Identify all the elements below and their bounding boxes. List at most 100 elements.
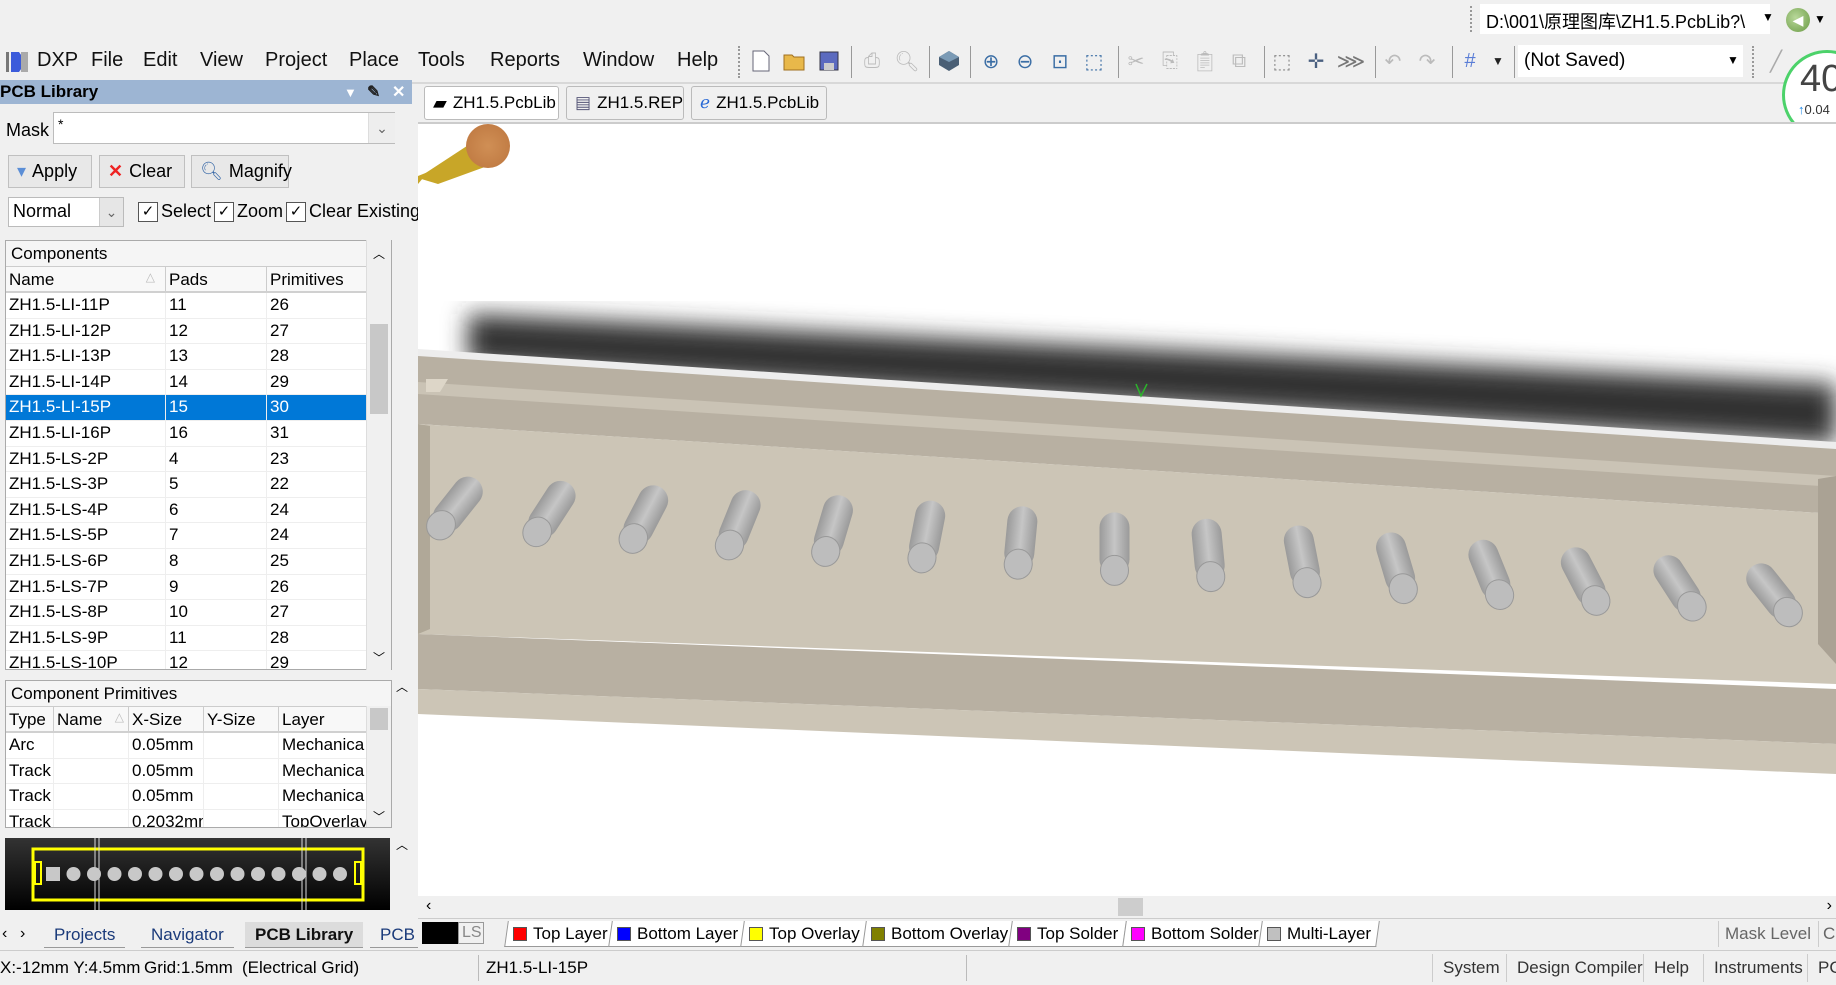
zoom-selected-icon[interactable]: ⬚ (1080, 47, 1108, 75)
view-horizontal-scrollbar[interactable]: ‹ › (418, 896, 1836, 918)
scroll-up-arrow-icon[interactable]: ︿ (367, 245, 391, 262)
panel-menu-dropdown-icon[interactable]: ▼ (344, 85, 357, 100)
component-row[interactable]: ZH1.5-LS-10P 12 29 (6, 651, 391, 669)
component-row[interactable]: ZH1.5-LS-5P 7 24 (6, 523, 391, 549)
component-row[interactable]: ZH1.5-LS-7P 9 26 (6, 574, 391, 601)
layer-tab[interactable]: Top Overlay (740, 921, 869, 947)
layer-tab[interactable]: Multi-Layer (1258, 921, 1380, 947)
open-folder-icon[interactable] (781, 47, 809, 75)
menu-reports[interactable]: Reports (490, 49, 560, 72)
zoom-in-icon[interactable]: ⊕ (977, 47, 1005, 75)
collapse-up-icon[interactable]: ︿ (396, 678, 408, 695)
back-dropdown-arrow-icon[interactable]: ▼ (1814, 12, 1826, 26)
primitive-row[interactable]: Track 0.05mm Mechanica (6, 758, 391, 785)
design-compiler-button[interactable]: Design Compiler (1506, 954, 1653, 982)
layer-tab[interactable]: Bottom Layer (608, 921, 747, 947)
column-header-type[interactable]: Type (6, 707, 54, 731)
column-header-y-size[interactable]: Y-Size (204, 707, 279, 731)
undo-icon[interactable]: ↶ (1379, 47, 1407, 75)
cut-icon[interactable]: ✂ (1122, 47, 1150, 75)
tabs-scroll-left-icon[interactable]: ‹ (2, 925, 7, 943)
doc-tab-pcblib[interactable]: ▰ ZH1.5.PcbLib (424, 86, 559, 120)
doc-tab-rep[interactable]: ▤ ZH1.5.REP (566, 86, 684, 120)
column-header-layer[interactable]: Layer (279, 707, 369, 731)
zoom-checkbox[interactable]: ✓ Zoom (214, 201, 283, 222)
path-dropdown-arrow-icon[interactable]: ▼ (1762, 10, 1774, 24)
select-checkbox[interactable]: ✓ Select (138, 201, 211, 222)
deselect-icon[interactable]: ⋙ (1337, 47, 1365, 75)
help-button[interactable]: Help (1643, 954, 1699, 982)
redo-icon[interactable]: ↷ (1413, 47, 1441, 75)
3d-view-canvas[interactable] (418, 124, 1836, 896)
zoom-out-icon[interactable]: ⊖ (1011, 47, 1039, 75)
footprint-preview[interactable] (5, 838, 390, 910)
component-row[interactable]: ZH1.5-LS-3P 5 22 (6, 472, 391, 498)
instruments-button[interactable]: Instruments (1703, 954, 1813, 982)
component-row[interactable]: ZH1.5-LI-12P 12 27 (6, 318, 391, 345)
scroll-down-arrow-icon[interactable]: ﹀ (367, 808, 391, 825)
zoom-fit-document-icon[interactable]: ⊡ (1046, 47, 1074, 75)
pcb-button[interactable]: PCB (1807, 954, 1836, 982)
doc-tab-pcblib-browser[interactable]: ℯ ZH1.5.PcbLib (691, 86, 827, 120)
panel-tab-navigator[interactable]: Navigator (141, 922, 234, 948)
menu-dxp[interactable]: DXP (37, 49, 78, 72)
layer-tab[interactable]: Top Solder (1008, 921, 1128, 947)
select-area-icon[interactable]: ⬚ (1268, 47, 1296, 75)
print-icon[interactable]: ⎙ (858, 47, 886, 75)
component-row[interactable]: ZH1.5-LS-9P 11 28 (6, 625, 391, 652)
scroll-left-icon[interactable]: ‹ (426, 897, 431, 915)
menu-file[interactable]: File (91, 49, 123, 72)
primitive-row[interactable]: Arc 0.05mm Mechanica (6, 733, 391, 759)
document-path-field[interactable]: D:\001\原理图库\ZH1.5.PcbLib?\ (1480, 4, 1770, 34)
component-row[interactable]: ZH1.5-LI-11P 11 26 (6, 293, 391, 319)
component-row[interactable]: ZH1.5-LI-16P 16 31 (6, 420, 391, 447)
system-button[interactable]: System (1432, 954, 1510, 982)
paste-icon[interactable]: 📋︎ (1191, 47, 1219, 75)
line-tool-icon[interactable]: ╱ (1762, 47, 1790, 75)
move-icon[interactable]: ✛ (1302, 47, 1330, 75)
scroll-down-arrow-icon[interactable]: ﹀ (367, 649, 391, 666)
menu-project[interactable]: Project (265, 49, 327, 72)
column-header-pads[interactable]: Pads (166, 267, 267, 291)
view-configuration-select[interactable]: (Not Saved) (1518, 45, 1743, 77)
back-arrow-icon[interactable]: ◀ (1786, 8, 1810, 32)
primitive-row[interactable]: Track 0.2032mm TopOverlay (6, 809, 391, 827)
tabs-scroll-right-icon[interactable]: › (20, 925, 25, 943)
primitive-row[interactable]: Track 0.05mm Mechanica (6, 784, 391, 810)
panel-tab-pcb-library[interactable]: PCB Library (245, 922, 364, 948)
layer-tab[interactable]: Top Layer (504, 921, 617, 947)
column-header-primitives[interactable]: Primitives (267, 267, 367, 291)
column-header-name[interactable]: Name △ (6, 267, 166, 291)
component-row[interactable]: ZH1.5-LI-15P 15 30 (6, 395, 391, 421)
scrollbar-thumb[interactable] (370, 324, 388, 414)
primitives-scrollbar[interactable]: ﹀ (366, 706, 391, 827)
menu-edit[interactable]: Edit (143, 49, 177, 72)
column-header-x-size[interactable]: X-Size (129, 707, 204, 731)
panel-tab-projects[interactable]: Projects (44, 922, 126, 948)
grid-icon[interactable]: # (1456, 47, 1484, 75)
clear-existing-checkbox[interactable]: ✓ Clear Existing (286, 201, 420, 222)
print-preview-icon[interactable]: 🔍︎ (893, 47, 921, 75)
menu-view[interactable]: View (200, 49, 243, 72)
layer-tab[interactable]: Bottom Solder (1122, 921, 1268, 947)
component-row[interactable]: ZH1.5-LI-13P 13 28 (6, 344, 391, 370)
layer-set-button[interactable]: LS (458, 922, 484, 944)
clear-button[interactable]: C (1818, 921, 1836, 947)
rubber-stamp-icon[interactable]: ⧉ (1225, 47, 1253, 75)
clear-button[interactable]: ✕ Clear (99, 155, 185, 188)
scrollbar-thumb[interactable] (1118, 898, 1143, 916)
toolbar-grip[interactable] (738, 46, 740, 78)
chevron-down-icon[interactable]: ⌄ (368, 113, 395, 143)
pin-icon[interactable]: ✎ (367, 82, 380, 102)
component-row[interactable]: ZH1.5-LS-2P 4 23 (6, 446, 391, 473)
collapse-up-icon[interactable]: ︿ (396, 836, 408, 853)
apply-button[interactable]: ▾ Apply (8, 155, 92, 188)
menu-help[interactable]: Help (677, 49, 718, 72)
component-row[interactable]: ZH1.5-LS-4P 6 24 (6, 497, 391, 524)
copy-icon[interactable]: ⎘ (1156, 47, 1184, 75)
toolbar-grip[interactable] (1470, 6, 1474, 32)
component-row[interactable]: ZH1.5-LS-6P 8 25 (6, 548, 391, 575)
mask-input[interactable]: * (53, 112, 395, 144)
panel-tab-pcb[interactable]: PCB (370, 922, 425, 948)
component-row[interactable]: ZH1.5-LS-8P 10 27 (6, 600, 391, 626)
